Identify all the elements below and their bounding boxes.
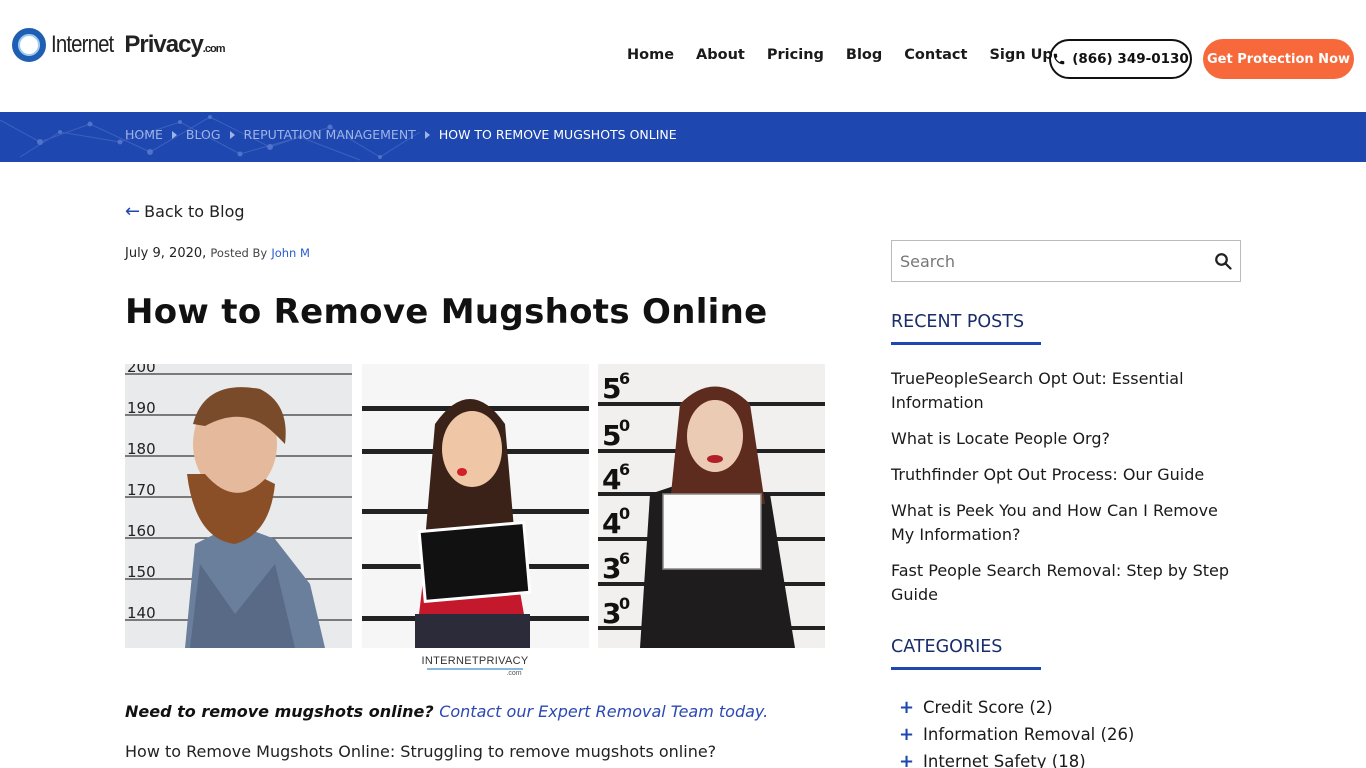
contact-removal-team-link[interactable]: Contact our Expert Removal Team today. [439, 702, 768, 721]
search-icon[interactable] [1214, 252, 1232, 270]
breadcrumb-separator-icon [229, 130, 235, 139]
back-to-blog-label: Back to Blog [144, 202, 245, 221]
back-to-blog-link[interactable]: ← Back to Blog [125, 202, 245, 221]
svg-text:0: 0 [619, 416, 630, 435]
post-date: July 9, 2020, [125, 246, 207, 261]
svg-text:INTERNETPRIVACY: INTERNETPRIVACY [422, 655, 529, 667]
plus-icon: + [899, 724, 915, 745]
intro-callout: Need to remove mugshots online? Contact … [125, 702, 768, 721]
mugshot-panel-woman-kiss [362, 364, 589, 648]
recent-post-link[interactable]: What is Locate People Org? [891, 427, 1241, 451]
recent-post-link[interactable]: Fast People Search Removal: Step by Step… [891, 559, 1241, 607]
mugshot-collage: 200 190 180 170 160 150 140 56 50 46 40 36 … [125, 358, 825, 677]
recent-post-link[interactable]: Truthfinder Opt Out Process: Our Guide [891, 463, 1241, 487]
posted-by-label: Posted By [210, 246, 268, 260]
page-title: How to Remove Mugshots Online [125, 292, 768, 332]
svg-text:6: 6 [619, 549, 630, 568]
mugshot-panel-woman-smeared: 56 50 46 40 36 30 [598, 364, 825, 648]
logo-ring-icon [12, 28, 46, 62]
arrow-left-icon: ← [125, 200, 141, 222]
breadcrumb-home[interactable]: HOME [125, 127, 163, 142]
post-author[interactable]: John M [271, 246, 310, 260]
svg-text:.com: .com [506, 670, 521, 677]
svg-text:170: 170 [127, 481, 156, 499]
svg-text:140: 140 [127, 604, 156, 622]
recent-posts-heading: RECENT POSTS [891, 312, 1042, 345]
article-body-first-line: How to Remove Mugshots Online: Strugglin… [125, 742, 717, 761]
svg-text:6: 6 [619, 460, 630, 479]
category-item[interactable]: + Information Removal (26) [899, 721, 1134, 748]
nav-contact[interactable]: Contact [904, 47, 967, 63]
hero-image: 200 190 180 170 160 150 140 5 6 5 0 4 6 … [125, 358, 825, 679]
post-meta: July 9, 2020, Posted By John M [125, 246, 310, 261]
breadcrumb-banner: HOME BLOG REPUTATION MANAGEMENT HOW TO R… [0, 112, 1366, 162]
site-header: Internet Privacy.com Home About Pricing B… [0, 0, 1366, 112]
plus-icon: + [899, 751, 915, 768]
category-label: Internet Safety (18) [923, 752, 1086, 768]
recent-post-link[interactable]: What is Peek You and How Can I Remove My… [891, 499, 1241, 547]
nav-sign-up[interactable]: Sign Up [989, 47, 1052, 63]
logo-text-com: .com [202, 43, 226, 55]
svg-text:6: 6 [619, 369, 630, 388]
svg-text:160: 160 [127, 522, 156, 540]
category-item[interactable]: + Internet Safety (18) [899, 748, 1134, 768]
logo-text-internet: Internet [51, 31, 114, 58]
recent-posts-list: TruePeopleSearch Opt Out: Essential Info… [891, 367, 1241, 619]
svg-text:0: 0 [619, 504, 630, 523]
svg-text:180: 180 [127, 440, 156, 458]
category-label: Credit Score (2) [923, 698, 1053, 717]
breadcrumb-category[interactable]: REPUTATION MANAGEMENT [244, 127, 416, 142]
main-nav: Home About Pricing Blog Contact Sign Up [627, 47, 1075, 63]
nav-pricing[interactable]: Pricing [767, 47, 824, 63]
plus-icon: + [899, 697, 915, 718]
site-logo[interactable]: Internet Privacy.com [12, 28, 226, 62]
phone-button[interactable]: (866) 349-0130 [1049, 39, 1192, 79]
svg-text:190: 190 [127, 399, 156, 417]
nav-home[interactable]: Home [627, 47, 674, 63]
mugshot-panel-man: 200 190 180 170 160 150 140 [125, 358, 352, 648]
phone-number: (866) 349-0130 [1072, 51, 1189, 67]
logo-text-privacy: Privacy [124, 31, 203, 58]
get-protection-button[interactable]: Get Protection Now [1203, 39, 1354, 79]
category-item[interactable]: + Credit Score (2) [899, 694, 1134, 721]
intro-lead: Need to remove mugshots online? [125, 702, 434, 721]
breadcrumb-blog[interactable]: BLOG [186, 127, 221, 142]
categories-heading: CATEGORIES [891, 637, 1042, 670]
svg-text:150: 150 [127, 563, 156, 581]
svg-text:200: 200 [127, 364, 156, 376]
recent-post-link[interactable]: TruePeopleSearch Opt Out: Essential Info… [891, 367, 1241, 415]
search-input[interactable] [900, 251, 1214, 271]
categories-list: + Credit Score (2) + Information Removal (… [899, 694, 1134, 768]
breadcrumb-current: HOW TO REMOVE MUGSHOTS ONLINE [438, 127, 677, 142]
breadcrumb-separator-icon [171, 130, 177, 139]
phone-icon [1053, 53, 1065, 65]
category-label: Information Removal (26) [923, 725, 1135, 744]
nav-about[interactable]: About [696, 47, 745, 63]
breadcrumb-separator-icon [424, 130, 430, 139]
sidebar-search [891, 240, 1241, 282]
nav-blog[interactable]: Blog [846, 47, 882, 63]
svg-text:0: 0 [619, 594, 630, 613]
breadcrumb: HOME BLOG REPUTATION MANAGEMENT HOW TO R… [125, 127, 677, 142]
